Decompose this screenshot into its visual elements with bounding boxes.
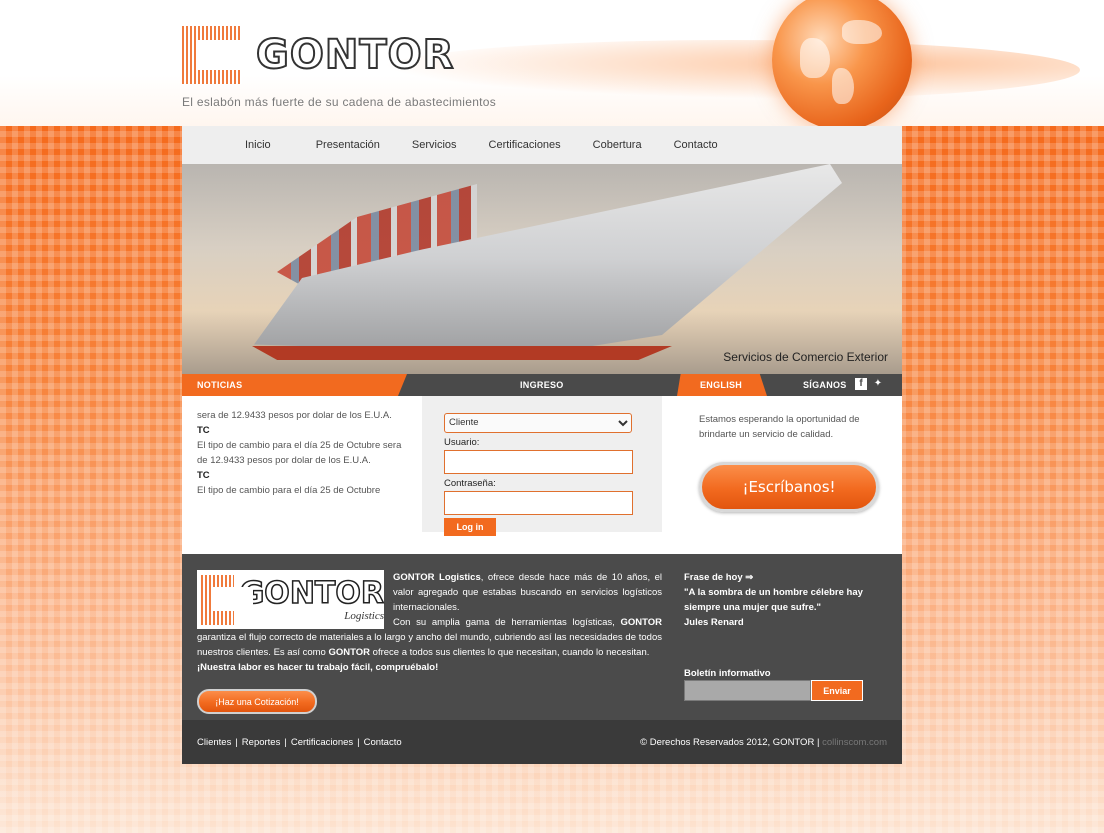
content-row: sera de 12.9433 pesos por dolar de los E… — [182, 396, 902, 554]
quote-title: Frase de hoy ⇒ — [684, 572, 754, 583]
logo-mark-icon — [201, 574, 253, 625]
footer-logo-text: GONTOR — [239, 575, 385, 611]
hero-caption: Servicios de Comercio Exterior — [723, 350, 888, 364]
follow-heading: SÍGANOS — [803, 380, 847, 390]
contact-text: Estamos esperando la oportunidad de brin… — [699, 414, 860, 440]
hero-hull — [252, 346, 672, 360]
tagline: El eslabón más fuerte de su cadena de ab… — [182, 95, 497, 109]
news-list: sera de 12.9433 pesos por dolar de los E… — [182, 396, 407, 554]
quote-text: "A la sombra de un hombre célebre hay si… — [684, 587, 863, 613]
newsletter-title: Boletín informativo — [684, 668, 771, 679]
header-swoosh — [380, 40, 1080, 100]
twitter-icon[interactable]: ✦ — [872, 378, 884, 390]
brand-logo[interactable]: GONTOR — [182, 26, 454, 84]
footer-logo-sub: Logistics — [344, 609, 384, 622]
header: GONTOR El eslabón más fuerte de su caden… — [0, 0, 1104, 126]
newsletter-email-input[interactable] — [684, 680, 811, 701]
quote-button[interactable]: ¡Haz una Cotización! — [197, 689, 317, 714]
daily-quote: Frase de hoy ⇒ "A la sombra de un hombre… — [684, 570, 884, 630]
quote-author: Jules Renard — [684, 617, 744, 628]
nav-cobertura[interactable]: Cobertura — [593, 139, 642, 151]
news-heading: NOTICIAS — [197, 380, 243, 390]
login-button[interactable]: Log in — [444, 517, 496, 536]
footer-info: GONTOR Logistics, ofrece desde hace más … — [182, 554, 902, 720]
footer-logo: GONTOR Logistics — [197, 570, 385, 629]
username-input[interactable] — [444, 449, 633, 474]
globe-image — [772, 0, 912, 126]
news-item: El tipo de cambio para el día 25 de Octu… — [197, 440, 402, 466]
copyright: © Derechos Reservados 2012, GONTOR | col… — [640, 736, 887, 748]
login-form: Cliente Usuario: Contraseña: Log in — [422, 396, 662, 536]
login-heading: INGRESO — [520, 380, 564, 390]
newsletter-submit-button[interactable]: Enviar — [811, 680, 863, 701]
news-item: sera de 12.9433 pesos por dolar de los E… — [197, 410, 392, 421]
password-label: Contraseña: — [444, 477, 496, 489]
section-bar: NOTICIAS INGRESO ENGLISH SÍGANOS f ✦ — [182, 374, 902, 396]
credit-link[interactable]: collinscom.com — [822, 737, 887, 748]
footer-link-contacto[interactable]: Contacto — [364, 737, 402, 748]
newsletter-form: Boletín informativo Enviar — [684, 668, 863, 701]
news-item: El tipo de cambio para el día 25 de Octu… — [197, 485, 381, 496]
news-item: TC — [197, 470, 210, 481]
slogan: ¡Nuestra labor es hacer tu trabajo fácil… — [197, 662, 439, 673]
english-link[interactable]: ENGLISH — [700, 380, 742, 390]
logo-mark-icon — [182, 26, 242, 84]
password-input[interactable] — [444, 490, 633, 515]
footer-link-reportes[interactable]: Reportes — [242, 737, 281, 748]
nav-presentacion[interactable]: Presentación — [316, 139, 380, 151]
write-us-button[interactable]: ¡Escríbanos! — [699, 462, 879, 512]
user-type-select[interactable]: Cliente — [444, 412, 632, 433]
contact-panel: Estamos esperando la oportunidad de brin… — [662, 396, 902, 554]
nav-inicio[interactable]: Inicio — [245, 139, 271, 151]
main-container: Inicio Presentación Servicios Certificac… — [182, 126, 902, 764]
user-label: Usuario: — [444, 436, 480, 448]
logo-text: GONTOR — [255, 31, 455, 79]
nav-contacto[interactable]: Contacto — [674, 139, 718, 151]
news-item: TC — [197, 425, 210, 436]
main-nav: Inicio Presentación Servicios Certificac… — [182, 126, 902, 164]
footer-bar: Clientes | Reportes | Certificaciones | Contac… — [182, 720, 902, 764]
nav-servicios[interactable]: Servicios — [412, 139, 457, 151]
hero-banner: Servicios de Comercio Exterior — [182, 164, 902, 374]
nav-certificaciones[interactable]: Certificaciones — [489, 139, 561, 151]
footer-links: Clientes | Reportes | Certificaciones | Contac… — [197, 736, 402, 748]
facebook-icon[interactable]: f — [855, 378, 867, 390]
footer-link-certificaciones[interactable]: Certificaciones — [291, 737, 353, 748]
footer-link-clientes[interactable]: Clientes — [197, 737, 231, 748]
